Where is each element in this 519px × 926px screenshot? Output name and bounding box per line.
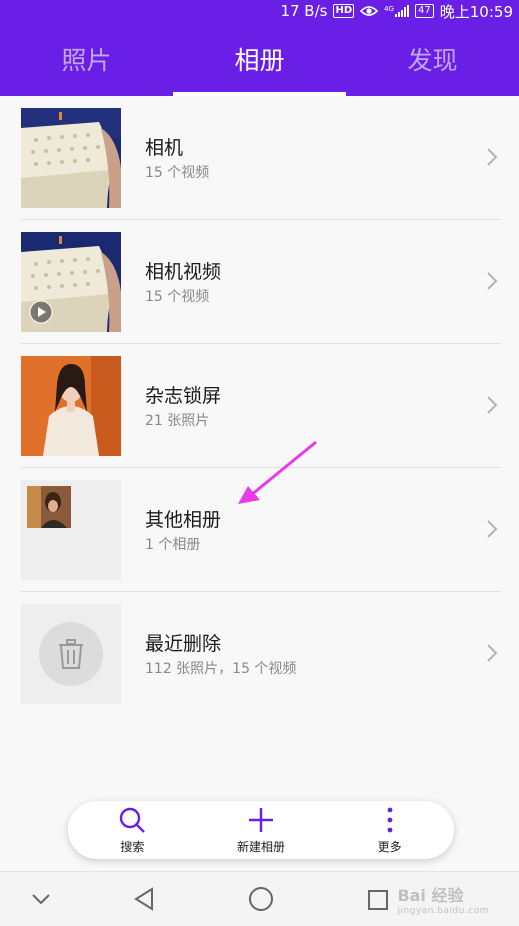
chevron-right-icon bbox=[487, 148, 498, 166]
more-label: 更多 bbox=[377, 839, 402, 854]
play-icon bbox=[29, 300, 53, 324]
album-thumbnail bbox=[21, 232, 121, 332]
search-button[interactable]: 搜索 bbox=[68, 801, 197, 859]
album-title: 最近删除 bbox=[145, 633, 222, 655]
system-nav-bar: Bai 经验 jingyan.baidu.com bbox=[0, 871, 519, 926]
album-thumbnail bbox=[21, 108, 121, 208]
album-list: 相机 15 个视频 相机视频 15 个视频 杂志锁屏 21 张照片 其他相册 1… bbox=[0, 96, 519, 716]
tab-photos[interactable]: 照片 bbox=[0, 22, 173, 96]
chevron-right-icon bbox=[487, 396, 498, 414]
top-tab-bar: 照片 相册 发现 bbox=[0, 22, 519, 96]
album-row-camera[interactable]: 相机 15 个视频 bbox=[0, 96, 519, 220]
album-count: 15 个视频 bbox=[145, 165, 210, 181]
battery-indicator: 47 bbox=[415, 4, 434, 18]
album-row-camera-video[interactable]: 相机视频 15 个视频 bbox=[0, 220, 519, 344]
hd-indicator: HD bbox=[333, 4, 355, 18]
plus-icon bbox=[249, 807, 273, 832]
home-icon[interactable] bbox=[248, 886, 274, 912]
signal-icon: 4G bbox=[384, 5, 410, 17]
bottom-action-bar: 搜索 新建相册 更多 bbox=[68, 801, 454, 859]
album-title: 杂志锁屏 bbox=[145, 385, 222, 407]
network-speed: 17 B/s bbox=[280, 2, 328, 20]
new-album-button[interactable]: 新建相册 bbox=[197, 801, 326, 859]
chevron-down-icon[interactable] bbox=[30, 892, 52, 906]
album-title: 相机视频 bbox=[145, 261, 222, 283]
new-album-label: 新建相册 bbox=[237, 839, 286, 854]
album-count: 15 个视频 bbox=[145, 289, 210, 305]
watermark-text: Bai 经验 bbox=[397, 886, 464, 905]
search-icon bbox=[120, 807, 146, 833]
chevron-right-icon bbox=[487, 520, 498, 538]
album-thumbnail bbox=[21, 604, 121, 704]
more-vertical-icon bbox=[387, 807, 393, 832]
album-row-other-albums[interactable]: 其他相册 1 个相册 bbox=[0, 468, 519, 592]
tab-discover[interactable]: 发现 bbox=[346, 22, 519, 96]
chevron-right-icon bbox=[487, 272, 498, 290]
album-row-magazine-lockscreen[interactable]: 杂志锁屏 21 张照片 bbox=[0, 344, 519, 468]
recents-icon[interactable] bbox=[366, 888, 390, 912]
more-button[interactable]: 更多 bbox=[325, 801, 454, 859]
album-thumbnail bbox=[21, 356, 121, 456]
network-type: 4G bbox=[384, 5, 395, 13]
chevron-right-icon bbox=[487, 644, 498, 662]
album-title: 相机 bbox=[145, 137, 184, 159]
back-icon[interactable] bbox=[132, 886, 156, 912]
album-row-recently-deleted[interactable]: 最近删除 112 张照片，15 个视频 bbox=[0, 592, 519, 716]
eye-icon bbox=[360, 5, 379, 17]
trash-icon bbox=[39, 622, 103, 686]
baidu-jingyan-watermark: Bai 经验 jingyan.baidu.com bbox=[397, 882, 489, 916]
album-count: 112 张照片，15 个视频 bbox=[145, 661, 297, 677]
clock: 晚上10:59 bbox=[439, 2, 513, 21]
album-count: 21 张照片 bbox=[145, 413, 210, 429]
tab-albums[interactable]: 相册 bbox=[173, 22, 346, 96]
album-thumbnail bbox=[21, 480, 121, 580]
search-label: 搜索 bbox=[120, 839, 145, 854]
watermark-url: jingyan.baidu.com bbox=[397, 906, 489, 916]
album-title: 其他相册 bbox=[145, 509, 222, 531]
album-count: 1 个相册 bbox=[145, 537, 201, 553]
status-bar: 17 B/s HD 4G 47 晚上10:59 bbox=[0, 0, 519, 22]
